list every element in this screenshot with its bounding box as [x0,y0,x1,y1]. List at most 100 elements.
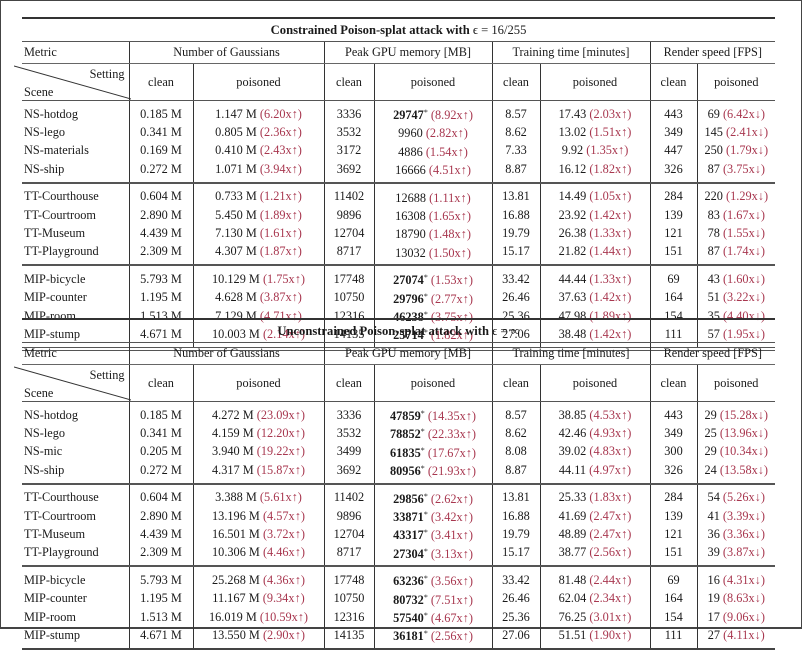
exceeds-gpu-star: * [423,510,428,520]
scene-name: TT-Museum [24,225,86,240]
memory-ratio: (4.51x↑) [428,163,471,178]
time-clean: 33.42 [491,566,540,590]
gaussians-ratio: (19.22x↑) [256,444,305,459]
fps-poisoned: 27 (4.11x↓) [696,626,775,650]
exceeds-gpu-star: * [423,611,428,621]
fps-poisoned-value: 24 [704,462,717,477]
time-poisoned: 44.11 (4.97x↑) [539,461,650,485]
gaussians-poisoned: 25.268 M (4.36x↑) [192,566,324,590]
table-row: MIP-counter 1.195 M 4.628 M (3.87x↑) 107… [22,288,776,308]
gaussians-poisoned-value: 3.388 M [215,490,257,505]
fps-poisoned: 19 (8.63x↓) [696,589,775,609]
memory-ratio: (1.50x↑) [428,245,471,260]
memory-ratio: (1.48x↑) [428,227,471,242]
time-ratio: (1.33x↑) [589,271,632,286]
fps-poisoned-value: 27 [707,627,721,642]
memory-poisoned: 57540* (4.67x↑) [373,608,492,627]
fps-poisoned-value: 19 [707,591,720,606]
fps-clean: 443 [649,401,697,425]
time-clean: 8.57 [491,100,540,124]
memory-clean: 3692 [323,160,374,184]
gaussians-ratio: (12.20x↑) [256,425,305,440]
time-poisoned-value: 38.85 [558,407,587,422]
memory-clean: 12704 [323,525,374,544]
fps-clean: 111 [649,626,697,650]
setting-clean-time: clean [491,63,540,101]
memory-clean: 3532 [323,123,374,142]
gaussians-poisoned: 16.501 M (3.72x↑) [192,525,324,544]
memory-ratio: (17.67x↑) [427,445,476,460]
gaussians-poisoned-value: 16.019 M [208,609,257,624]
caption-prefix: Unconstrained Poison-splat attack with [277,323,493,338]
setting-poisoned-time: poisoned [539,63,650,101]
memory-poisoned: 29796* (2.77x↑) [373,288,492,308]
time-clean: 26.46 [491,288,540,308]
gaussians-poisoned-value: 0.733 M [215,189,257,204]
memory-poisoned-value: 43317 [393,528,424,543]
fps-ratio: (9.06x↓) [722,609,765,624]
memory-poisoned-value: 47859 [390,409,421,423]
fps-ratio: (10.34x↓) [719,444,769,459]
memory-poisoned-value: 12688 [395,190,427,205]
scene-name: TT-Playground [22,543,129,568]
fps-ratio: (3.75x↓) [722,161,765,176]
gaussians-clean: 0.604 M [128,483,193,508]
time-clean: 16.88 [491,206,540,225]
table-row: NS-materials 0.169 M 0.410 M (2.43x↑) 31… [22,141,776,161]
gaussians-clean: 0.169 M [128,141,193,161]
table-caption: Constrained Poison-splat attack with ϵ =… [22,17,776,42]
time-poisoned: 37.63 (1.42x↑) [539,288,650,308]
time-poisoned-value: 37.63 [558,290,587,305]
metric-header-gaussians: Number of Gaussians [128,41,324,64]
gaussians-clean: 0.272 M [128,461,193,485]
caption-prefix: Constrained Poison-splat attack with [270,22,473,37]
gaussians-poisoned: 4.307 M (1.87x↑) [192,242,324,267]
scene-name: MIP-stump [22,626,129,650]
fps-ratio: (4.31x↓) [722,572,765,587]
fps-clean: 151 [649,543,697,568]
gaussians-poisoned: 7.130 M (1.61x↑) [192,224,324,243]
memory-poisoned-value: 80732 [393,592,424,607]
time-poisoned-value: 26.38 [558,225,587,240]
gaussians-poisoned-value: 4.272 M [212,407,254,422]
gaussians-ratio: (2.43x↑) [259,143,302,158]
fps-ratio: (1.74x↓) [722,244,765,259]
memory-poisoned-value: 33871 [393,510,424,525]
fps-poisoned: 69 (6.42x↓) [696,100,776,124]
gaussians-ratio: (2.36x↑) [259,124,302,139]
time-ratio: (3.01x↑) [589,609,632,624]
table-row: MIP-stump 4.671 M 13.550 M (2.90x↑) 1413… [22,626,775,650]
setting-poisoned-fps: poisoned [696,364,775,402]
memory-poisoned: 9960 (2.82x↑) [373,123,492,142]
caption-row: Unconstrained Poison-splat attack with ϵ… [22,318,775,343]
time-poisoned: 26.38 (1.33x↑) [539,224,650,243]
time-poisoned-value: 51.51 [558,627,587,642]
fps-ratio: (4.11x↓) [723,627,765,642]
scene-name: NS-mic [24,444,63,459]
fps-ratio: (1.60x↓) [722,271,765,286]
time-poisoned-value: 38.77 [558,545,587,560]
gaussians-ratio: (1.89x↑) [259,207,302,222]
memory-clean: 11402 [323,182,374,207]
gaussians-poisoned: 4.317 M (15.87x↑) [192,461,324,485]
time-ratio: (4.83x↑) [589,444,632,459]
fps-poisoned: 43 (1.60x↓) [696,265,776,289]
gaussians-clean: 2.890 M [128,507,193,526]
memory-ratio: (1.54x↑) [425,144,468,159]
fps-poisoned: 78 (1.55x↓) [696,224,776,243]
fps-poisoned: 29 (10.34x↓) [696,442,775,462]
memory-poisoned: 33871* (3.42x↑) [373,507,492,526]
table-row: NS-hotdog 0.185 M 4.272 M (23.09x↑) 3336… [22,401,775,425]
setting-poisoned-gaussians: poisoned [192,364,324,402]
memory-poisoned: 16666 (4.51x↑) [373,160,492,184]
memory-ratio: (3.42x↑) [430,510,473,525]
gaussians-clean: 1.513 M [128,608,193,627]
gaussians-clean: 4.439 M [128,525,193,544]
table-row: MIP-room 1.513 M 16.019 M (10.59x↑) 1231… [22,608,775,627]
time-ratio: (1.05x↑) [589,189,632,204]
scene-name: NS-lego [24,425,65,440]
memory-poisoned-value: 80956 [390,464,421,479]
gaussians-poisoned: 3.940 M (19.22x↑) [192,442,324,462]
time-ratio: (2.03x↑) [589,106,632,121]
fps-poisoned-value: 145 [704,124,723,139]
